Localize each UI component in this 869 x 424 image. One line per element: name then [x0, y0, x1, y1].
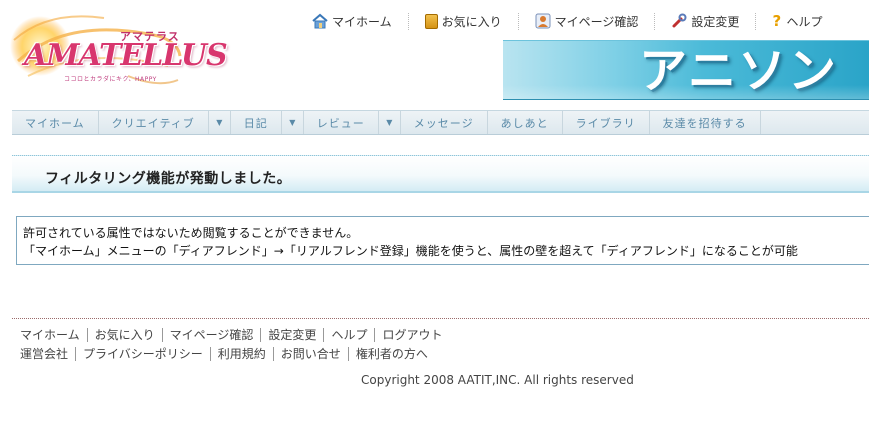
footer-link-settings[interactable]: 設定変更 — [260, 328, 323, 342]
mainnav-review[interactable]: レビュー — [304, 111, 379, 134]
main-nav: マイホーム クリエイティブ ▼ 日記 ▼ レビュー ▼ メッセージ あしあと ラ… — [12, 110, 869, 135]
footer-link-privacy-policy[interactable]: プライバシーポリシー — [75, 347, 210, 361]
footer-links-row-2: 運営会社 プライバシーポリシー 利用規約 お問い合せ 権利者の方へ — [20, 347, 435, 361]
mainnav-footprints[interactable]: あしあと — [488, 111, 563, 134]
topnav-label: 設定変更 — [691, 14, 740, 29]
footer-divider — [12, 318, 869, 319]
topnav-settings[interactable]: 設定変更 — [654, 12, 755, 30]
top-nav: マイホーム お気に入り マイページ確認 設定変更 ? ヘルプ — [306, 12, 838, 30]
review-dropdown-arrow-icon[interactable]: ▼ — [379, 111, 401, 134]
footer-link-favorites[interactable]: お気に入り — [86, 328, 162, 342]
logo-tagline: ココロとカラダにキク、HAPPY — [64, 76, 157, 83]
topnav-label: マイホーム — [332, 14, 392, 29]
topnav-label: お気に入り — [441, 14, 502, 29]
mainnav-message[interactable]: メッセージ — [401, 111, 488, 134]
filter-notice-header: フィルタリング機能が発動しました。 — [12, 155, 869, 193]
topnav-help[interactable]: ? ヘルプ — [755, 12, 838, 30]
message-line-2: 「マイホーム」メニューの「ディアフレンド」→「リアルフレンド登録」機能を使うと、… — [23, 244, 798, 258]
message-line-1: 許可されている属性ではないため閲覧することができません。 — [23, 226, 359, 240]
page-title: フィルタリング機能が発動しました。 — [45, 171, 292, 187]
topnav-my-home[interactable]: マイホーム — [306, 13, 408, 30]
footer-link-help[interactable]: ヘルプ — [323, 328, 374, 342]
footer-links-row-1: マイホーム お気に入り マイページ確認 設定変更 ヘルプ ログアウト — [20, 328, 449, 342]
topnav-label: ヘルプ — [786, 14, 823, 29]
footer-link-my-home[interactable]: マイホーム — [20, 328, 87, 342]
mainnav-invite-friends[interactable]: 友達を招待する — [650, 111, 761, 134]
mainnav-library[interactable]: ライブラリ — [563, 111, 650, 134]
topnav-mypage-check[interactable]: マイページ確認 — [517, 12, 655, 30]
filter-message-box: 許可されている属性ではないため閲覧することができません。 「マイホーム」メニュー… — [16, 216, 869, 265]
book-icon — [424, 13, 438, 29]
diary-dropdown-arrow-icon[interactable]: ▼ — [282, 111, 304, 134]
site-logo[interactable]: アマテラス AMATELLUS ココロとカラダにキク、HAPPY — [8, 6, 228, 102]
mainnav-diary[interactable]: 日記 — [231, 111, 282, 134]
footer-link-logout[interactable]: ログアウト — [374, 328, 449, 342]
mainnav-my-home[interactable]: マイホーム — [12, 111, 99, 134]
wrench-icon — [671, 13, 687, 29]
community-banner: アニソン — [503, 40, 869, 100]
footer-link-mypage-check[interactable]: マイページ確認 — [161, 328, 261, 342]
footer-link-company[interactable]: 運営会社 — [20, 347, 75, 361]
topnav-favorites[interactable]: お気に入り — [407, 12, 518, 30]
copyright-text: Copyright 2008 AATIT,INC. All rights res… — [361, 373, 634, 387]
topnav-label: マイページ確認 — [554, 14, 639, 29]
person-icon — [535, 13, 551, 29]
footer-link-rights-holders[interactable]: 権利者の方へ — [347, 347, 435, 361]
banner-title: アニソン — [639, 43, 839, 99]
footer-link-terms[interactable]: 利用規約 — [209, 347, 273, 361]
help-icon: ? — [772, 12, 782, 30]
mainnav-creative[interactable]: クリエイティブ — [99, 111, 209, 134]
logo-wordmark: AMATELLUS — [24, 38, 228, 73]
home-icon — [312, 13, 328, 29]
creative-dropdown-arrow-icon[interactable]: ▼ — [209, 111, 231, 134]
footer-link-contact[interactable]: お問い合せ — [272, 347, 348, 361]
